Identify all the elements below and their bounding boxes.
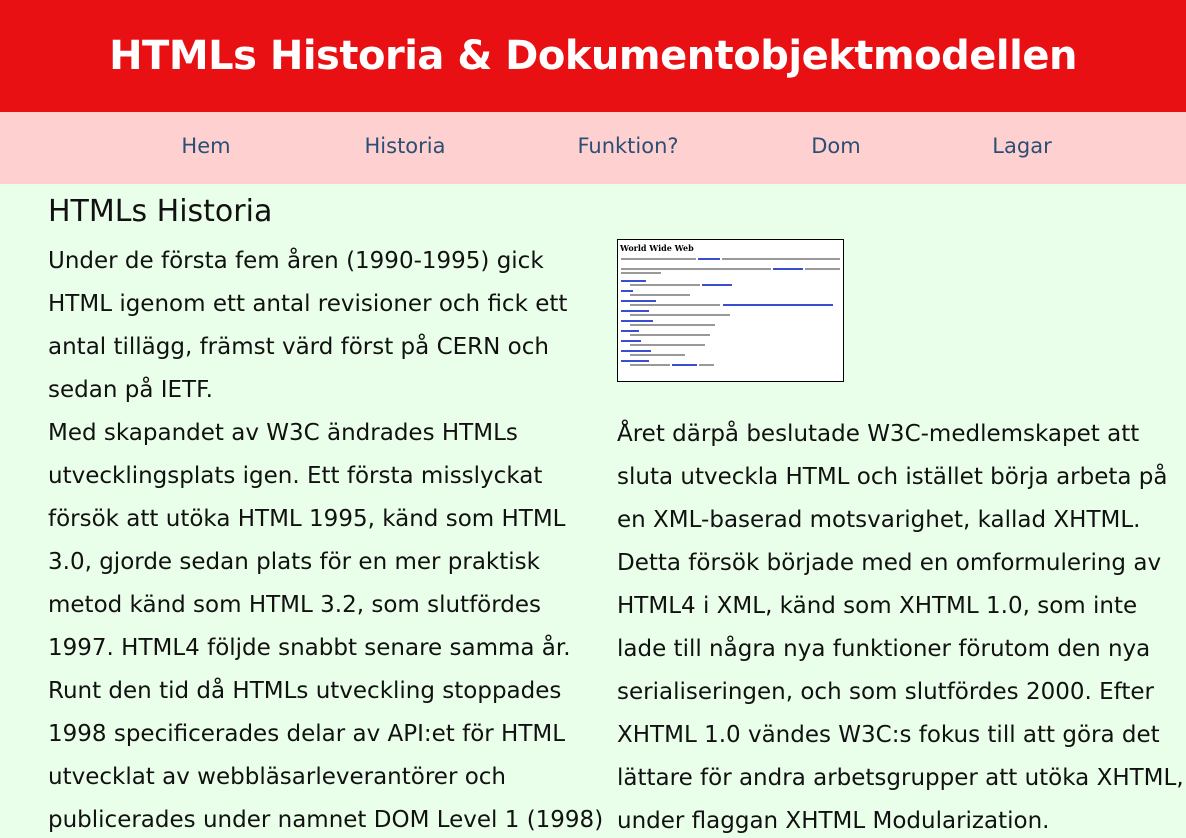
main-nav: Hem Historia Funktion? Dom Lagar bbox=[0, 112, 1186, 184]
site-title: HTMLs Historia & Dokumentobjektmodellen bbox=[109, 33, 1077, 79]
nav-item-hem[interactable]: Hem bbox=[181, 134, 230, 158]
nav-item-funktion[interactable]: Funktion? bbox=[577, 134, 678, 158]
site-header: HTMLs Historia & Dokumentobjektmodellen bbox=[0, 0, 1186, 112]
right-column: Året därpå beslutade W3C-medlemskapet at… bbox=[617, 413, 1186, 838]
paragraph-w3c: Med skapandet av W3C ändrades HTMLs utve… bbox=[48, 420, 604, 833]
paragraph-xhtml: Året därpå beslutade W3C-medlemskapet at… bbox=[617, 421, 1184, 834]
www-screenshot-image: World Wide Web bbox=[617, 239, 844, 382]
page-title: HTMLs Historia bbox=[48, 194, 273, 229]
main-content: HTMLs Historia Under de första fem åren … bbox=[0, 184, 1186, 838]
nav-item-dom[interactable]: Dom bbox=[811, 134, 860, 158]
nav-item-lagar[interactable]: Lagar bbox=[992, 134, 1051, 158]
nav-item-historia[interactable]: Historia bbox=[365, 134, 446, 158]
image-title: World Wide Web bbox=[620, 243, 694, 253]
left-column: Under de första fem åren (1990-1995) gic… bbox=[48, 240, 614, 838]
paragraph-intro: Under de första fem åren (1990-1995) gic… bbox=[48, 248, 568, 403]
